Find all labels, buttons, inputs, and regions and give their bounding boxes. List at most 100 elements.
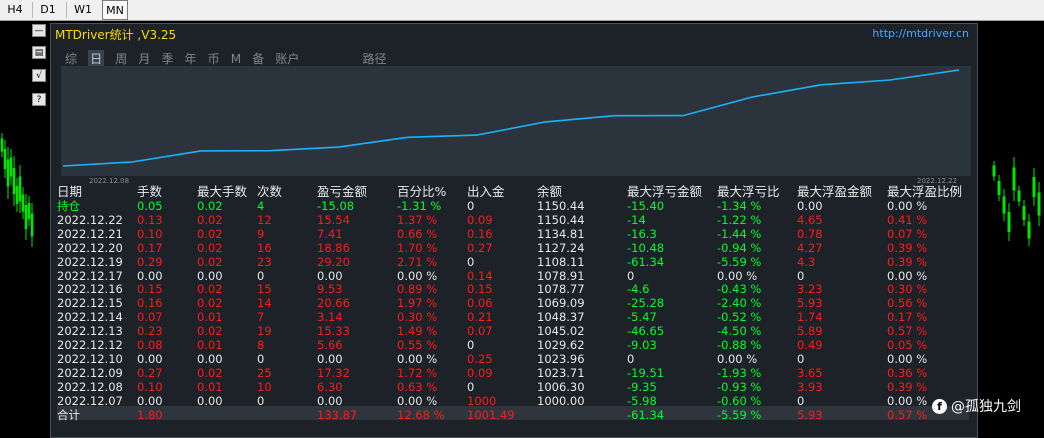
tab-quarter[interactable]: 季 (161, 50, 173, 67)
candle-body (1012, 167, 1016, 191)
table-row: 2022.12.21 0.10 0.02 9 7.41 0.66 % 0.16 1134.81… (55, 227, 973, 241)
table-cell: 0.17 % (887, 310, 928, 325)
table-cell: 0 (467, 254, 475, 269)
table-cell: 0.00 % (717, 351, 758, 366)
table-cell: 0.10 (137, 379, 163, 394)
timeframe-w1[interactable]: W1 (70, 0, 96, 20)
tab-summary[interactable]: 综 (65, 50, 77, 67)
table-cell: 5.66 (317, 338, 343, 352)
table-cell: 0.27 (137, 365, 163, 380)
candle-body (1007, 212, 1011, 232)
table-cell: -46.65 (627, 324, 665, 339)
table-cell: 合计 (57, 407, 80, 422)
timeframe-h4[interactable]: H4 (4, 0, 26, 20)
list-icon[interactable]: ▤ (32, 46, 46, 59)
candle-body (30, 213, 34, 237)
table-row: 2022.12.10 0.00 0.00 0 0.00 0.00 % 0.25 1023.96… (55, 352, 973, 366)
tab-year[interactable]: 年 (185, 50, 197, 67)
table-cell: 0.00 (197, 268, 223, 283)
table-cell: 7.41 (317, 226, 343, 241)
table-cell: 5.93 (797, 407, 823, 422)
help-icon[interactable]: ? (32, 93, 46, 106)
tab-month[interactable]: 月 (138, 50, 150, 67)
author-watermark: f @孤独九剑 (932, 396, 1021, 416)
checkmark-icon[interactable]: √ (32, 69, 46, 82)
table-cell: -15.08 (317, 199, 355, 213)
table-cell: 0.01 (197, 310, 223, 325)
tab-week[interactable]: 周 (115, 50, 127, 67)
table-cell: 1150.44 (537, 199, 585, 213)
table-cell: 2022.12.13 (57, 324, 123, 339)
col-header-balance: 余额 (537, 184, 563, 199)
tab-path[interactable]: 路径 (362, 50, 386, 67)
table-cell: 2022.12.10 (57, 351, 123, 366)
table-cell: 0.00 % (887, 268, 928, 283)
col-header-max-float-profit-ratio: 最大浮盈比例 (887, 184, 963, 199)
table-cell: -0.60 % (717, 393, 762, 408)
table-cell: 2022.12.08 (57, 379, 123, 394)
timeframe-mn[interactable]: MN (102, 0, 128, 20)
table-cell: 0.89 % (397, 282, 438, 297)
table-cell: 1150.44 (537, 212, 585, 227)
table-cell: 0.00 % (397, 393, 438, 408)
table-cell: 1127.24 (537, 240, 585, 255)
candle-body (1002, 196, 1006, 214)
table-cell: 0 (627, 351, 635, 366)
table-cell: 0.30 % (887, 282, 928, 297)
table-cell: -5.59 % (717, 254, 762, 269)
table-cell: 2022.12.20 (57, 240, 123, 255)
table-cell: -0.94 % (717, 240, 762, 255)
balance-line-chart (61, 66, 971, 176)
table-cell: 0.02 (197, 282, 223, 297)
table-cell: 0.39 % (887, 254, 928, 269)
table-cell: 1.74 (797, 310, 823, 325)
tab-currency[interactable]: 币 (208, 50, 220, 67)
table-cell: 0.08 (137, 338, 163, 352)
table-cell: 8 (257, 338, 265, 352)
table-cell: 0.00 (137, 393, 163, 408)
table-cell: -25.28 (627, 296, 665, 311)
table-cell: 0.00 (317, 268, 343, 283)
tab-notes[interactable]: 备 (252, 50, 264, 67)
table-cell: 1001.49 (467, 407, 515, 422)
table-cell: 0.00 (797, 199, 823, 213)
table-cell: 0.01 (197, 379, 223, 394)
table-cell: -5.98 (627, 393, 657, 408)
candle-body (12, 168, 16, 194)
minimize-button[interactable]: — (32, 24, 46, 37)
table-cell: 0.36 % (887, 365, 928, 380)
table-row: 2022.12.07 0.00 0.00 0 0.00 0.00 % 1000 1000.00… (55, 394, 973, 408)
table-row: 2022.12.22 0.13 0.02 12 15.54 1.37 % 0.09 1150.… (55, 213, 973, 227)
table-cell: 1006.30 (537, 379, 585, 394)
table-cell: 0.02 (197, 296, 223, 311)
table-cell: 0.05 (137, 199, 163, 213)
table-cell: 0.57 % (887, 407, 928, 422)
watermark-text: @孤独九剑 (951, 399, 1021, 415)
candle-body (15, 186, 19, 204)
table-cell: 12.68 % (397, 407, 445, 422)
table-cell: 0.00 % (887, 199, 928, 213)
table-cell: 2022.12.17 (57, 268, 123, 283)
table-cell: -1.34 % (717, 199, 762, 213)
table-cell: 14 (257, 296, 272, 311)
table-cell: 0.00 % (397, 268, 438, 283)
table-cell: 0.66 % (397, 226, 438, 241)
table-cell: 0.15 (137, 282, 163, 297)
table-cell: 0.49 (797, 338, 823, 352)
timeframe-d1[interactable]: D1 (36, 0, 60, 20)
table-cell: 1023.96 (537, 351, 585, 366)
timeframe-toolbar: H4 D1 W1 MN (0, 0, 1044, 21)
table-cell: 19 (257, 324, 272, 339)
table-cell: 0.05 % (887, 338, 928, 352)
tab-account[interactable]: 账户 (275, 50, 299, 67)
candle-body (992, 165, 996, 177)
tab-magic[interactable]: M (231, 52, 241, 66)
table-cell: -19.51 (627, 365, 665, 380)
table-cell: 12 (257, 212, 272, 227)
table-cell: -4.6 (627, 282, 650, 297)
table-cell: 1048.37 (537, 310, 585, 325)
table-cell: 0.00 (317, 393, 343, 408)
tab-day[interactable]: 日 (88, 50, 105, 67)
table-cell: 17.32 (317, 365, 350, 380)
website-link[interactable]: http://mtdriver.cn (872, 27, 969, 40)
